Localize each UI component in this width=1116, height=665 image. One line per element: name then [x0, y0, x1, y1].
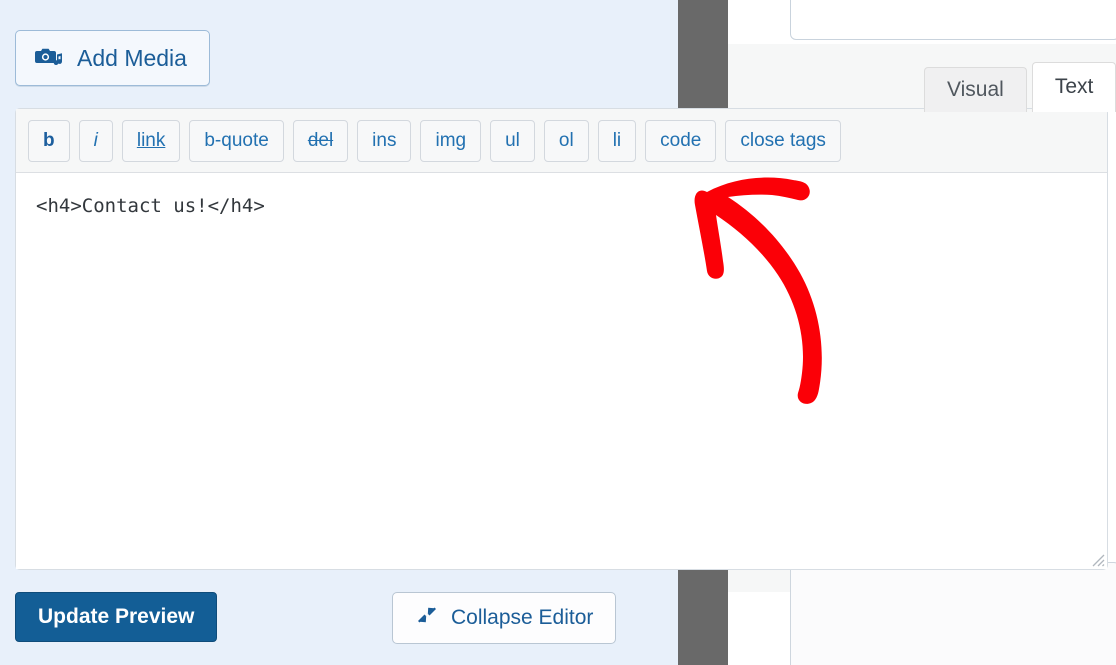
right-field-top[interactable] [790, 0, 1116, 40]
text-editor-container: b i link b-quote del ins img ul ol li co… [15, 108, 1108, 570]
collapse-editor-label: Collapse Editor [451, 606, 594, 629]
quicktag-link-button[interactable]: link [121, 119, 181, 162]
screenshot-root: Visual Text Add Media b i link b-quote d… [0, 0, 1116, 665]
quicktag-ul-button[interactable]: ul [490, 119, 535, 162]
editor-mode-tabs: Visual Text [924, 62, 1116, 112]
editor-resize-handle[interactable] [1087, 549, 1105, 567]
editor-textarea[interactable]: <h4>Contact us!</h4> [16, 173, 1107, 569]
quicktag-close-tags-button[interactable]: close tags [725, 119, 841, 162]
quicktag-bold-button[interactable]: b [28, 119, 70, 162]
collapse-editor-button[interactable]: Collapse Editor [392, 592, 617, 644]
tab-text[interactable]: Text [1031, 62, 1116, 112]
collapse-arrows-icon [415, 603, 439, 633]
quicktag-li-button[interactable]: li [597, 119, 637, 162]
quicktag-ol-button[interactable]: ol [543, 119, 589, 162]
update-preview-label: Update Preview [38, 605, 195, 628]
quicktag-del-button[interactable]: del [292, 119, 349, 162]
quicktag-img-button[interactable]: img [420, 119, 482, 162]
tab-visual-label: Visual [947, 78, 1004, 101]
update-preview-button[interactable]: Update Preview [15, 592, 218, 642]
add-media-label: Add Media [77, 44, 187, 71]
quicktag-code-button[interactable]: code [645, 119, 717, 162]
tab-text-label: Text [1054, 75, 1094, 98]
quicktag-italic-button[interactable]: i [78, 119, 113, 162]
camera-music-icon [34, 45, 64, 71]
tab-visual[interactable]: Visual [924, 67, 1027, 112]
add-media-button[interactable]: Add Media [15, 30, 210, 86]
quicktag-ins-button[interactable]: ins [357, 119, 412, 162]
right-field-bottom[interactable] [790, 562, 1116, 665]
quicktag-bquote-button[interactable]: b-quote [189, 119, 284, 162]
quicktags-toolbar: b i link b-quote del ins img ul ol li co… [16, 109, 1107, 173]
